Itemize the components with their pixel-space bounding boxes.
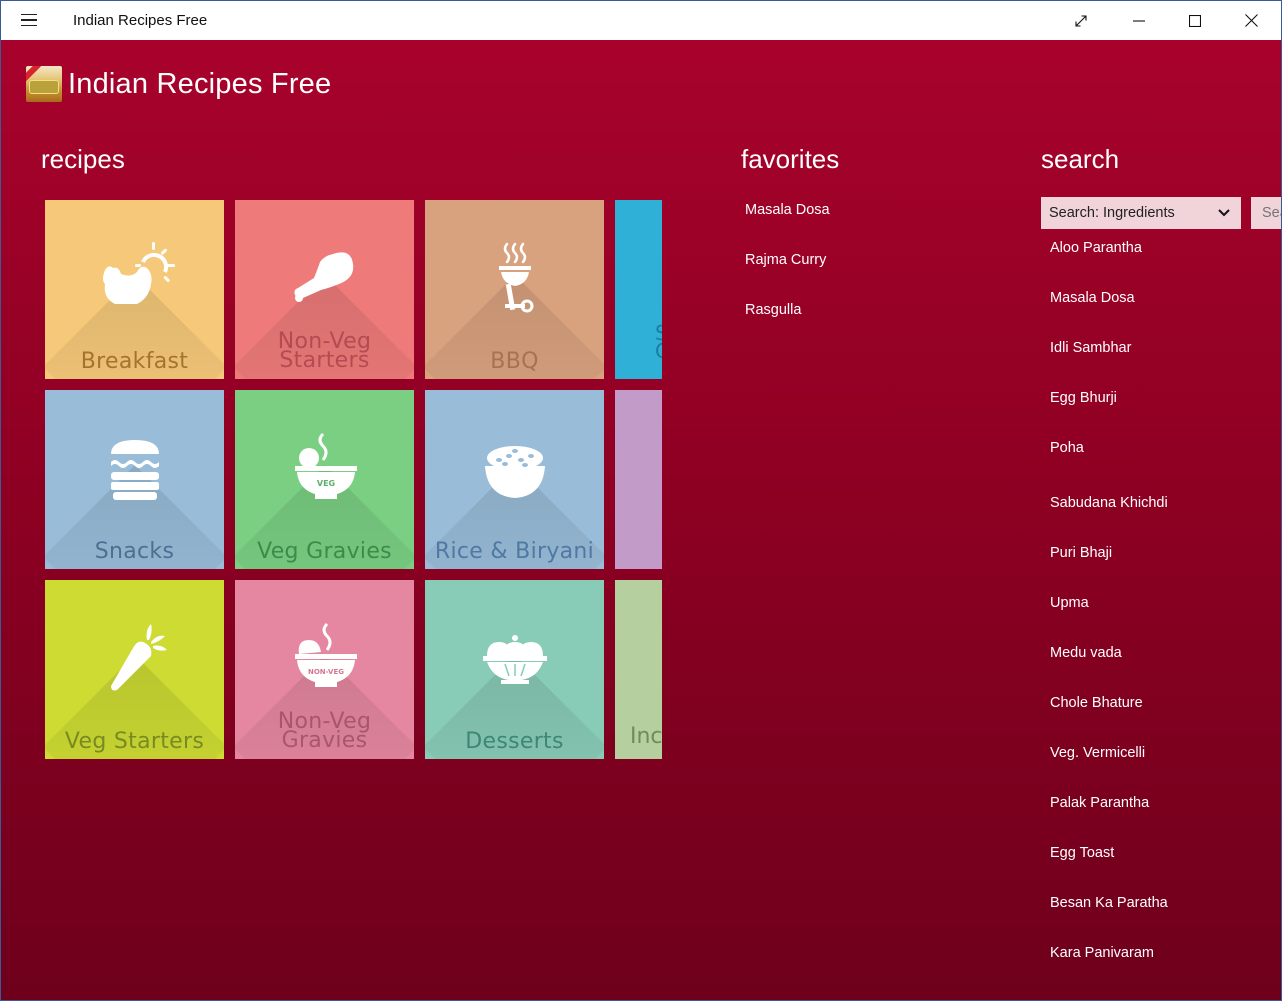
tile-veg-gravies[interactable]: VEG Veg Gravies xyxy=(235,390,414,569)
search-result-item[interactable]: Besan Ka Paratha xyxy=(1050,895,1168,911)
tile-label-line2: Starters xyxy=(279,348,370,373)
app-name: Indian Recipes Free xyxy=(68,67,332,100)
search-result-item[interactable]: Chole Bhature xyxy=(1050,695,1143,711)
dessert-bowl-icon xyxy=(482,635,547,684)
tile-veg-starters[interactable]: Veg Starters xyxy=(45,580,224,759)
carrot-icon xyxy=(110,624,167,691)
close-icon xyxy=(1244,14,1258,27)
search-result-item[interactable]: Palak Parantha xyxy=(1050,795,1149,811)
title-bar: Indian Recipes Free xyxy=(1,1,1281,40)
chicken-leg-icon xyxy=(293,252,353,302)
search-results-list[interactable]: Aloo Parantha Masala Dosa Idli Sambhar E… xyxy=(1050,240,1281,960)
nonveg-badge: NON-VEG xyxy=(307,668,343,676)
search-type-selected: Search: Ingredients xyxy=(1049,205,1175,221)
search-controls: Search: Ingredients xyxy=(1041,197,1281,229)
tile-label: Non-Veg Starters xyxy=(235,331,414,373)
hamburger-menu-icon[interactable] xyxy=(15,9,45,31)
tile-non-veg-starters[interactable]: Non-Veg Starters xyxy=(235,200,414,379)
tile-label: Desserts xyxy=(465,729,564,754)
veg-bowl-icon: VEG xyxy=(294,432,357,499)
recipe-tiles-grid: Breakfast Non-Veg Starters BBQ S C Snack… xyxy=(45,200,662,760)
tile-partial-col4-row1[interactable]: S C xyxy=(615,200,662,379)
search-input[interactable] xyxy=(1251,197,1281,229)
search-result-item[interactable]: Poha xyxy=(1050,440,1084,456)
tile-non-veg-gravies[interactable]: NON-VEG Non-Veg Gravies xyxy=(235,580,414,759)
tile-label-line2: Gravies xyxy=(281,728,368,753)
tile-partial-label: S C xyxy=(655,321,662,363)
close-button[interactable] xyxy=(1223,1,1279,40)
favorite-item[interactable]: Rasgulla xyxy=(745,302,801,318)
search-result-item[interactable]: Medu vada xyxy=(1050,645,1122,661)
recipes-section-title: recipes xyxy=(41,144,125,174)
search-result-item[interactable]: Kara Panivaram xyxy=(1050,945,1154,960)
tile-bbq[interactable]: BBQ xyxy=(425,200,604,379)
burger-icon xyxy=(110,440,159,500)
favorites-section-title: favorites xyxy=(741,144,840,174)
tile-label: Veg Starters xyxy=(64,729,205,754)
maximize-icon xyxy=(1189,14,1201,27)
search-result-item[interactable]: Idli Sambhar xyxy=(1050,340,1131,356)
tile-desserts[interactable]: Desserts xyxy=(425,580,604,759)
tile-label: Breakfast xyxy=(80,349,189,374)
full-screen-button[interactable] xyxy=(1053,1,1109,40)
tile-breakfast[interactable]: Breakfast xyxy=(45,200,224,379)
app-logo-icon xyxy=(26,66,62,102)
app-header: Indian Recipes Free xyxy=(26,66,331,102)
expand-arrows-icon xyxy=(1075,14,1087,27)
main-content: Indian Recipes Free recipes favorites se… xyxy=(1,40,1281,1000)
tile-label: Veg Gravies xyxy=(257,539,392,564)
minimize-icon xyxy=(1133,19,1145,22)
veg-badge: VEG xyxy=(316,479,334,488)
search-result-item[interactable]: Aloo Parantha xyxy=(1050,240,1142,256)
search-result-item[interactable]: Masala Dosa xyxy=(1050,290,1135,306)
minimize-button[interactable] xyxy=(1111,1,1167,40)
favorite-item[interactable]: Masala Dosa xyxy=(745,202,830,218)
breakfast-hen-sun-icon xyxy=(102,242,175,304)
search-result-item[interactable]: Veg. Vermicelli xyxy=(1050,745,1145,761)
search-result-item[interactable]: Sabudana Khichdi xyxy=(1050,495,1168,511)
app-window: Indian Recipes Free Indian Recipes Free … xyxy=(1,1,1281,1000)
tile-label: Snacks xyxy=(94,539,175,564)
maximize-button[interactable] xyxy=(1167,1,1223,40)
search-type-dropdown[interactable]: Search: Ingredients xyxy=(1041,197,1241,229)
search-result-item[interactable]: Puri Bhaji xyxy=(1050,545,1112,561)
bbq-grill-icon xyxy=(498,242,533,313)
window-title: Indian Recipes Free xyxy=(73,12,208,29)
search-section-title: search xyxy=(1041,144,1120,174)
tile-partial-col4-row2[interactable] xyxy=(615,390,662,569)
search-result-item[interactable]: Egg Bhurji xyxy=(1050,390,1117,406)
tile-label: BBQ xyxy=(490,349,539,374)
tile-label: Rice & Biryani xyxy=(434,539,595,564)
search-result-item[interactable]: Upma xyxy=(1050,595,1089,611)
tile-snacks[interactable]: Snacks xyxy=(45,390,224,569)
nonveg-bowl-icon: NON-VEG xyxy=(294,622,357,687)
chevron-down-icon xyxy=(1218,209,1230,217)
tile-partial-col4-row3[interactable]: Inc xyxy=(615,580,662,759)
tile-label: Non-Veg Gravies xyxy=(235,711,414,753)
search-result-item[interactable]: Egg Toast xyxy=(1050,845,1114,861)
rice-bowl-icon xyxy=(484,446,545,498)
tile-partial-label: Inc xyxy=(630,724,662,749)
tile-rice-biryani[interactable]: Rice & Biryani xyxy=(425,390,604,569)
favorite-item[interactable]: Rajma Curry xyxy=(745,252,826,268)
